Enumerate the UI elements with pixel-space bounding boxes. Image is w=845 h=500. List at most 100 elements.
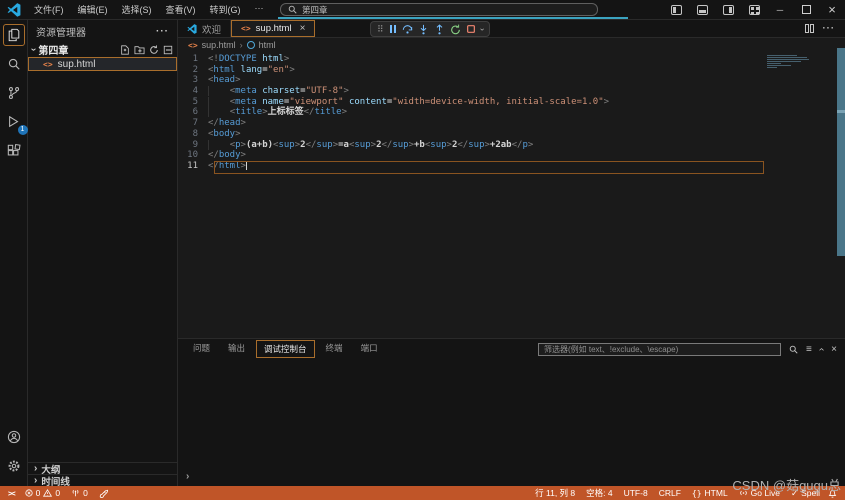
timeline-label: 时间线 [41, 474, 70, 488]
code-line-7[interactable]: 7</head> [178, 118, 845, 129]
file-name: sup.html [58, 59, 96, 70]
new-folder-icon[interactable] [134, 45, 145, 55]
timeline-section-header[interactable]: › 时间线 [28, 474, 177, 486]
problems-indicator[interactable]: 0 0 [25, 488, 60, 498]
status-bar: >< 0 0 0 行 11, 列 8 空格: 4 UTF-8 CRLF {} H… [0, 486, 845, 500]
debug-toolbar: ⠿ › [370, 21, 490, 37]
file-item-sup-html[interactable]: <> sup.html [28, 57, 177, 71]
chevron-right-icon: › [34, 463, 37, 474]
debug-badge: 1 [18, 125, 28, 135]
console-filter-input[interactable] [538, 343, 781, 356]
step-out-icon[interactable] [434, 24, 445, 35]
explorer-more-actions-icon[interactable]: ··· [156, 26, 169, 37]
pause-icon[interactable] [389, 25, 397, 33]
menu-item-2[interactable]: 选择(S) [116, 1, 158, 18]
account-icon[interactable] [3, 426, 25, 448]
maximize-panel-chevron-icon[interactable]: › [816, 347, 827, 350]
command-center-text: 第四章 [302, 4, 328, 16]
customize-layout-icon[interactable] [741, 0, 767, 19]
breadcrumb-node[interactable]: html [259, 40, 276, 50]
search-view-icon[interactable] [3, 53, 25, 75]
close-panel-icon[interactable]: × [831, 344, 837, 355]
run-debug-icon[interactable]: 1 [3, 111, 25, 133]
line-number: 7 [178, 118, 208, 129]
debug-console-output[interactable]: › [178, 359, 845, 486]
menu-item-3[interactable]: 查看(V) [160, 1, 202, 18]
chevron-down-icon: › [28, 48, 39, 51]
code-editor[interactable]: 1<!DOCTYPE html>2<html lang="en">3<head>… [178, 52, 845, 338]
toggle-secondary-sidebar-icon[interactable] [715, 0, 741, 19]
code-line-8[interactable]: 8<body> [178, 129, 845, 140]
extensions-icon[interactable] [3, 140, 25, 162]
refresh-icon[interactable] [149, 45, 159, 55]
toggle-sidebar-icon[interactable] [663, 0, 689, 19]
step-over-icon[interactable] [402, 24, 413, 35]
editor-tab-bar: 欢迎 <> sup.html × ··· [178, 20, 845, 38]
chevron-right-icon: › [34, 475, 37, 486]
debug-dropdown-chevron-icon[interactable]: › [477, 28, 486, 31]
drag-grip-icon[interactable]: ⠿ [377, 24, 384, 35]
indentation[interactable]: 空格: 4 [586, 487, 612, 499]
folder-row[interactable]: › 第四章 [28, 42, 177, 57]
menu-item-1[interactable]: 编辑(E) [72, 1, 114, 18]
menu-item-5[interactable]: ··· [249, 1, 270, 18]
command-center-search[interactable]: 第四章 [280, 3, 598, 16]
tab-close-icon[interactable]: × [300, 23, 306, 34]
split-editor-icon[interactable] [805, 24, 814, 33]
restart-icon[interactable] [450, 24, 461, 35]
editor-more-actions-icon[interactable]: ··· [823, 23, 836, 34]
breadcrumb-file[interactable]: sup.html [202, 40, 236, 50]
source-control-icon[interactable] [3, 82, 25, 104]
panel-views-icon[interactable]: ≡ [806, 344, 812, 355]
rocket-icon[interactable] [99, 489, 108, 498]
error-count: 0 [36, 488, 41, 498]
remote-indicator[interactable]: >< [8, 489, 14, 498]
code-line-3[interactable]: 3<head> [178, 75, 845, 86]
tab-welcome[interactable]: 欢迎 [178, 20, 231, 37]
collapse-all-icon[interactable] [163, 45, 173, 55]
menu-item-4[interactable]: 转到(G) [204, 1, 247, 18]
html-file-icon: <> [188, 41, 198, 50]
line-number: 1 [178, 54, 208, 65]
code-line-10[interactable]: 10</body> [178, 150, 845, 161]
eol-sequence[interactable]: CRLF [659, 488, 681, 498]
close-button[interactable]: × [819, 0, 845, 19]
tab-sup-html[interactable]: <> sup.html × [231, 20, 315, 37]
code-line-2[interactable]: 2<html lang="en"> [178, 65, 845, 76]
code-line-9[interactable]: 9 <p>(a+b)<sup>2</sup>=a<sup>2</sup>+b<s… [178, 140, 845, 151]
minimap[interactable] [767, 55, 813, 77]
panel-tab-3[interactable]: 终端 [319, 340, 350, 358]
code-line-6[interactable]: 6 <title>上标标签</title> [178, 107, 845, 118]
minimize-button[interactable]: ─ [767, 0, 793, 19]
stop-icon[interactable] [466, 24, 476, 34]
new-file-icon[interactable] [120, 45, 130, 55]
console-prompt-icon[interactable]: › [186, 471, 189, 482]
code-line-5[interactable]: 5 <meta name="viewport" content="width=d… [178, 97, 845, 108]
panel-tab-2[interactable]: 调试控制台 [256, 340, 315, 358]
editor-region: 欢迎 <> sup.html × ··· ⠿ [178, 20, 845, 486]
warning-icon [43, 489, 52, 497]
outline-section-header[interactable]: › 大纲 [28, 462, 177, 474]
toggle-panel-icon[interactable] [689, 0, 715, 19]
editor-scrollbar[interactable] [837, 48, 845, 256]
bottom-panel: 问题输出调试控制台终端端口 ≡ › × › [178, 338, 845, 486]
folder-name: 第四章 [38, 42, 68, 57]
panel-search-icon[interactable] [789, 345, 798, 354]
settings-gear-icon[interactable] [3, 455, 25, 477]
language-mode[interactable]: {} HTML [692, 488, 728, 498]
panel-tab-1[interactable]: 输出 [221, 340, 252, 358]
ports-indicator[interactable]: 0 [71, 488, 88, 498]
restore-button[interactable] [793, 0, 819, 19]
code-line-1[interactable]: 1<!DOCTYPE html> [178, 54, 845, 65]
step-into-icon[interactable] [418, 24, 429, 35]
filter-input-field[interactable] [538, 343, 781, 356]
menu-item-0[interactable]: 文件(F) [28, 1, 70, 18]
panel-tab-4[interactable]: 端口 [354, 340, 385, 358]
panel-tab-0[interactable]: 问题 [186, 340, 217, 358]
cursor-position[interactable]: 行 11, 列 8 [535, 487, 575, 499]
encoding[interactable]: UTF-8 [624, 488, 648, 498]
explorer-icon[interactable] [3, 24, 25, 46]
code-line-4[interactable]: 4 <meta charset="UTF-8"> [178, 86, 845, 97]
code-line-11[interactable]: 11</html> [178, 161, 845, 172]
warning-count: 0 [55, 488, 60, 498]
